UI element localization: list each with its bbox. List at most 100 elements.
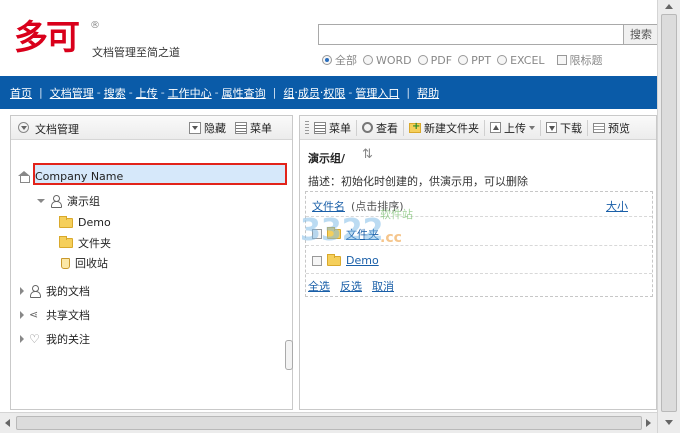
scroll-right-icon[interactable] xyxy=(646,419,651,427)
expand-arrow-icon[interactable] xyxy=(20,287,24,295)
heart-icon: ♡ xyxy=(29,332,40,346)
tree-item-my-docs[interactable]: 我的文档 xyxy=(20,283,90,299)
share-icon: ⋖ xyxy=(29,308,39,321)
radio-icon[interactable] xyxy=(497,55,508,65)
expand-arrow-icon[interactable] xyxy=(20,335,24,343)
tree-panel-header: 文档管理 隐藏 菜单 xyxy=(11,116,292,140)
vertical-scrollbar[interactable] xyxy=(657,0,680,433)
cancel-selection-link[interactable]: 取消 xyxy=(372,278,394,294)
nav-permission[interactable]: 权限 xyxy=(323,85,345,101)
scroll-down-icon[interactable] xyxy=(665,420,673,425)
search-filters: 全部 WORD PDF PPT EXCEL 限标题 xyxy=(322,52,603,68)
select-all-link[interactable]: 全选 xyxy=(308,278,330,294)
menu-button[interactable]: 菜单 xyxy=(309,119,357,136)
radio-icon[interactable] xyxy=(417,55,428,65)
table-row[interactable]: Demo xyxy=(312,253,379,267)
filter-pdf[interactable]: PDF xyxy=(417,54,452,67)
tree-panel-title: 文档管理 xyxy=(35,123,79,136)
nav-admin[interactable]: 管理入口 xyxy=(355,85,399,101)
row-divider xyxy=(306,273,652,274)
filter-excel[interactable]: EXCEL xyxy=(497,54,545,67)
nav-help[interactable]: 帮助 xyxy=(417,85,439,101)
expand-arrow-icon[interactable] xyxy=(37,199,45,203)
file-list-panel: 菜单 查看 新建文件夹 上传 下载 预览 演示组/ ⇅ 描述：初始化时创建的，供… xyxy=(299,115,657,410)
tree-item-folder[interactable]: 文件夹 xyxy=(59,235,111,251)
new-folder-button[interactable]: 新建文件夹 xyxy=(404,119,485,136)
tree-item-company[interactable]: Company Name xyxy=(18,170,123,183)
nav-separator: - xyxy=(348,86,353,99)
refresh-icon[interactable]: ⇅ xyxy=(362,147,373,162)
nav-group[interactable]: 组 xyxy=(283,85,294,101)
preview-button[interactable]: 预览 xyxy=(588,120,635,136)
file-link[interactable]: 文件夹 xyxy=(346,226,379,242)
panel-splitter[interactable] xyxy=(285,340,293,370)
hide-button[interactable]: 隐藏 xyxy=(189,120,226,136)
sort-by-name-link[interactable]: 文件名 xyxy=(312,200,345,213)
scroll-thumb[interactable] xyxy=(661,14,677,412)
folder-icon xyxy=(59,215,73,228)
collapse-icon[interactable] xyxy=(18,122,29,133)
nav-workcenter[interactable]: 工作中心 xyxy=(168,85,212,101)
new-folder-icon xyxy=(409,121,421,133)
expand-arrow-icon[interactable] xyxy=(20,311,24,319)
scroll-left-icon[interactable] xyxy=(5,419,10,427)
header: 多可 ® 文档管理至简之道 搜索 全部 WORD PDF PPT EXCEL 限… xyxy=(0,0,658,74)
checkbox-icon[interactable] xyxy=(556,55,567,65)
row-checkbox[interactable] xyxy=(312,229,322,239)
nav-separator: - xyxy=(214,86,219,99)
tree-item-demo[interactable]: Demo xyxy=(59,215,111,229)
chevron-down-icon xyxy=(529,125,535,130)
selection-actions: 全选 反选 取消 xyxy=(308,278,394,294)
nav-separator: | xyxy=(39,86,43,99)
filter-word[interactable]: WORD xyxy=(363,54,412,67)
horizontal-scrollbar[interactable] xyxy=(0,412,657,433)
folder-icon xyxy=(327,227,341,239)
filter-ppt[interactable]: PPT xyxy=(458,54,491,67)
radio-icon[interactable] xyxy=(322,55,332,65)
nav-member[interactable]: 成员 xyxy=(298,85,320,101)
sort-hint: (点击排序) xyxy=(351,200,404,213)
nav-home[interactable]: 首页 xyxy=(10,85,32,101)
nav-upload[interactable]: 上传 xyxy=(136,85,158,101)
nav-separator: | xyxy=(272,86,277,99)
folder-icon xyxy=(327,253,341,266)
file-link[interactable]: Demo xyxy=(346,254,379,267)
download-icon xyxy=(546,122,557,133)
filter-all[interactable]: 全部 xyxy=(322,52,357,68)
user-icon xyxy=(29,285,41,298)
view-button[interactable]: 查看 xyxy=(357,119,404,136)
sort-by-size-link[interactable]: 大小 xyxy=(606,198,628,214)
tree-item-recycle-bin[interactable]: 回收站 xyxy=(61,255,108,271)
search-button[interactable]: 搜索 xyxy=(624,24,658,45)
upload-button[interactable]: 上传 xyxy=(485,119,541,136)
table-row[interactable]: 文件夹 xyxy=(312,226,379,242)
home-icon xyxy=(18,171,30,183)
nav-attr-query[interactable]: 属性查询 xyxy=(222,85,266,101)
download-button[interactable]: 下载 xyxy=(541,119,588,136)
doc-tree-panel: 文档管理 隐藏 菜单 Company Name 演示组 Demo 文件夹 回收站… xyxy=(10,115,293,410)
tree-item-shared-docs[interactable]: ⋖ 共享文档 xyxy=(20,307,90,323)
nav-search[interactable]: 搜索 xyxy=(104,85,126,101)
breadcrumb: 演示组/ xyxy=(308,152,346,165)
invert-selection-link[interactable]: 反选 xyxy=(340,278,362,294)
main-nav: 首页 | 文档管理 - 搜索 - 上传 - 工作中心 - 属性查询 | 组 · … xyxy=(0,76,657,109)
logo-text: 多可 xyxy=(14,18,80,58)
tree-item-my-follow[interactable]: ♡ 我的关注 xyxy=(20,331,90,347)
search-input[interactable] xyxy=(318,24,624,45)
nav-separator: | xyxy=(406,86,411,99)
radio-icon[interactable] xyxy=(363,55,373,65)
row-divider xyxy=(306,245,652,246)
header-divider xyxy=(306,216,652,217)
menu-icon xyxy=(235,122,247,134)
scroll-thumb[interactable] xyxy=(16,416,642,430)
menu-icon xyxy=(314,121,326,134)
logo[interactable]: 多可 xyxy=(14,18,86,62)
nav-docs[interactable]: 文档管理 xyxy=(50,85,94,101)
tree-menu-button[interactable]: 菜单 xyxy=(235,120,272,136)
title-only-option[interactable]: 限标题 xyxy=(551,52,603,68)
radio-icon[interactable] xyxy=(458,55,469,65)
row-checkbox[interactable] xyxy=(312,255,322,266)
tree-item-demo-group[interactable]: 演示组 xyxy=(37,193,100,209)
scroll-up-icon[interactable] xyxy=(665,4,673,9)
recycle-bin-icon xyxy=(61,257,70,269)
